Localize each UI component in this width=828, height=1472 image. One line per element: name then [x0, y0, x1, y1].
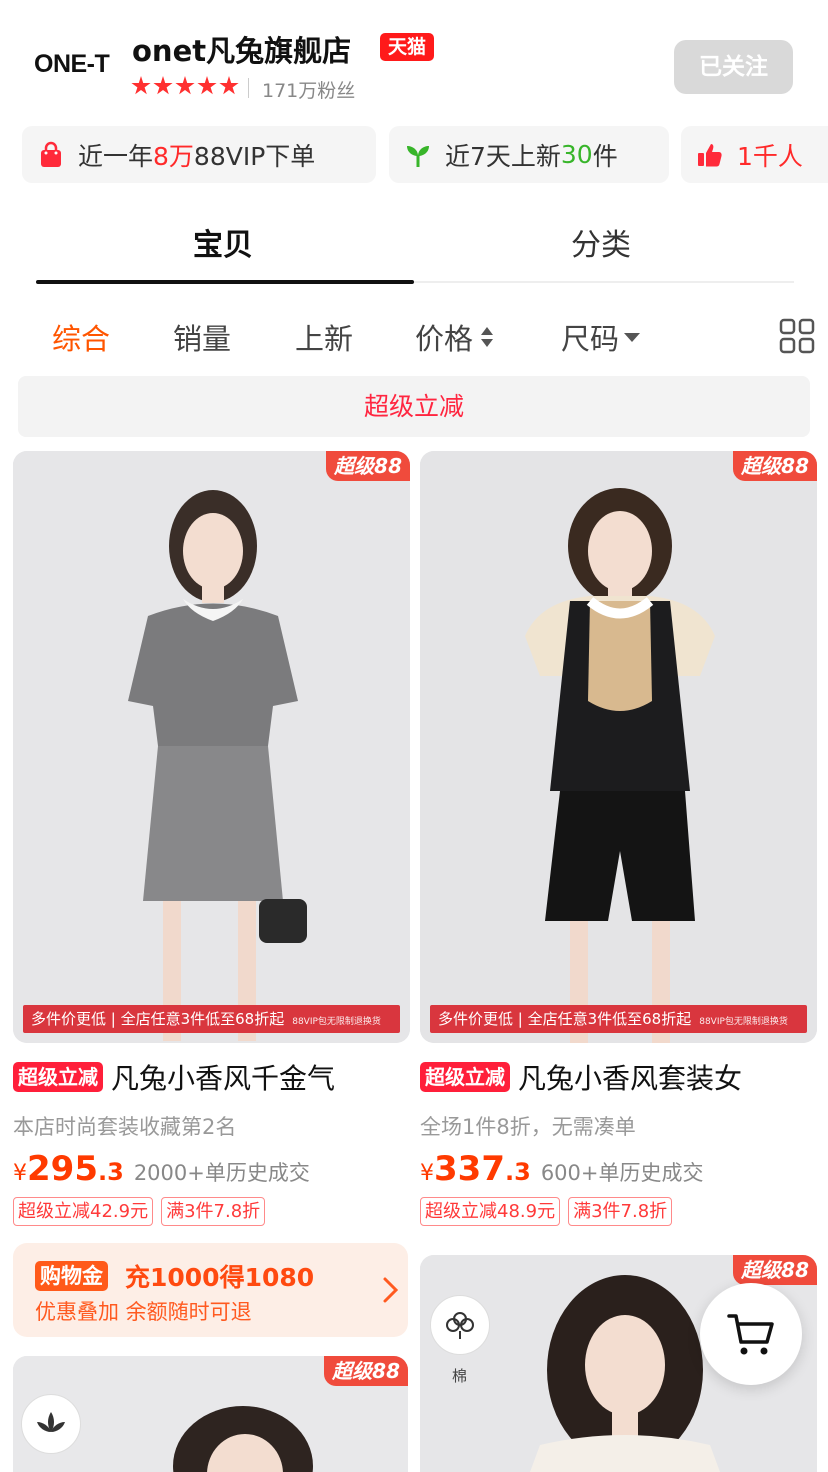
strip-text: 多件价更低 | 全店任意3件低至68折起 [31, 1010, 285, 1028]
strip-small-text: 88VIP包无限制退换货 [292, 1017, 381, 1027]
strip-text: 多件价更低 | 全店任意3件低至68折起 [438, 1010, 692, 1028]
price-row: ¥ 295 .3 2000+单历史成交 [13, 1149, 410, 1189]
rating-stars [131, 76, 239, 96]
price-integer: 295 [27, 1149, 98, 1189]
product-card[interactable]: 超级88 多件价更低 | 全店任意3件低至68折起 88VIP包无限制退换货 超级… [420, 451, 817, 1226]
promo-tags: 超级立减42.9元 满3件7.8折 [13, 1197, 410, 1226]
divider [248, 78, 249, 98]
sort-size-label: 尺码 [561, 322, 620, 356]
grid-view-icon[interactable] [779, 318, 815, 354]
super-discount-banner[interactable]: 超级立减 [18, 376, 810, 437]
product-image[interactable]: 超级88 多件价更低 | 全店任意3件低至68折起 88VIP包无限制退换货 [420, 451, 817, 1043]
multi-buy-strip: 多件价更低 | 全店任意3件低至68折起 88VIP包无限制退换货 [23, 1005, 400, 1033]
shop-logo[interactable]: ONE-T [34, 50, 110, 79]
shop-header: ONE-T onet凡兔旗舰店 天猫 171万粉丝 已关注 [0, 0, 828, 118]
chip-text-pre: 近一年 [78, 141, 154, 171]
product-card[interactable]: 超级88 多件价更低 | 全店任意3件低至68折起 88VIP包无限制退换货 超级… [13, 451, 410, 1226]
multi-buy-strip: 多件价更低 | 全店任意3件低至68折起 88VIP包无限制退换货 [430, 1005, 807, 1033]
product-title-row: 超级立减 凡兔小香风套装女 [420, 1057, 817, 1097]
cotton-icon [430, 1295, 490, 1355]
super88-badge: 超级88 [733, 1255, 817, 1285]
chip-text-post: 件 [592, 141, 618, 171]
cart-icon [727, 1314, 774, 1355]
material-label: 棉 [452, 1367, 468, 1385]
chevron-down-icon [624, 333, 641, 342]
chip-new-items[interactable]: 近7天上新 30 件 [389, 126, 669, 183]
star-icon [197, 76, 217, 95]
star-icon [131, 76, 151, 95]
fans-count: 171万粉丝 [262, 80, 356, 102]
sold-count: 2000+单历史成交 [133, 1161, 310, 1185]
sprout-icon [403, 140, 433, 170]
stat-chips: 近一年 8万 88VIP下单 近7天上新 30 件 1千人 [0, 126, 828, 184]
currency-symbol: ¥ [420, 1161, 434, 1186]
super-discount-tag: 超级立减 [420, 1062, 510, 1092]
chip-text-highlight: 1千人 [737, 141, 803, 171]
lotus-icon [21, 1394, 81, 1454]
sort-price[interactable]: 价格 [415, 316, 495, 358]
sort-updown-icon [481, 327, 494, 347]
shopping-gold-offer: 充1000得1080 [125, 1263, 315, 1292]
chip-likes[interactable]: 1千人 [681, 126, 828, 183]
cart-button[interactable] [700, 1283, 802, 1385]
super88-badge: 超级88 [733, 451, 817, 481]
promo-tag: 超级立减42.9元 [13, 1197, 154, 1226]
tmall-badge: 天猫 [380, 33, 435, 61]
product-title-row: 超级立减 凡兔小香风千金气 [13, 1057, 410, 1097]
super-discount-tag: 超级立减 [13, 1062, 103, 1092]
product-title[interactable]: 凡兔小香风千金气 [111, 1057, 335, 1097]
promo-tag: 满3件7.8折 [161, 1197, 266, 1226]
star-icon [175, 76, 195, 95]
chip-text-post: 88VIP下单 [193, 141, 316, 171]
currency-symbol: ¥ [13, 1161, 27, 1186]
chip-text-pre: 近7天上新 [445, 141, 561, 171]
star-icon [219, 76, 239, 95]
chip-vip-orders[interactable]: 近一年 8万 88VIP下单 [22, 126, 376, 183]
chip-text-highlight: 8万 [153, 141, 194, 171]
model-illustration [420, 451, 817, 1043]
follow-button[interactable]: 已关注 [674, 40, 793, 94]
price-decimal: .3 [504, 1158, 531, 1186]
star-icon [153, 76, 173, 95]
tab-active-indicator [36, 280, 414, 284]
chevron-right-icon[interactable] [375, 1275, 405, 1305]
sort-new[interactable]: 上新 [295, 316, 353, 358]
strip-small-text: 88VIP包无限制退换货 [699, 1017, 788, 1027]
promo-tags: 超级立减48.9元 满3件7.8折 [420, 1197, 817, 1226]
product-image[interactable]: 超级88 多件价更低 | 全店任意3件低至68折起 88VIP包无限制退换货 [13, 451, 410, 1043]
model-illustration [13, 451, 410, 1043]
shopping-gold-tag: 购物金 [35, 1261, 108, 1291]
tab-items[interactable]: 宝贝 [193, 220, 253, 264]
sold-count: 600+单历史成交 [540, 1161, 704, 1185]
promo-tag: 满3件7.8折 [568, 1197, 673, 1226]
price-row: ¥ 337 .3 600+单历史成交 [420, 1149, 817, 1189]
sort-comprehensive[interactable]: 综合 [52, 316, 110, 358]
sort-size[interactable]: 尺码 [561, 316, 641, 358]
content-tabs: 宝贝 分类 [36, 200, 794, 286]
chip-text-highlight: 30 [560, 140, 593, 169]
product-subtitle: 全场1件8折，无需凑单 [420, 1115, 636, 1139]
product-title[interactable]: 凡兔小香风套装女 [518, 1057, 742, 1097]
thumbs-up-icon [695, 140, 725, 170]
shop-name[interactable]: onet凡兔旗舰店 [132, 28, 351, 70]
super88-badge: 超级88 [324, 1356, 408, 1386]
price-integer: 337 [434, 1149, 505, 1189]
product-card-partial[interactable]: 超级88 [13, 1356, 408, 1472]
sort-price-label: 价格 [415, 322, 474, 356]
promo-tag: 超级立减48.9元 [420, 1197, 561, 1226]
product-subtitle: 本店时尚套装收藏第2名 [13, 1115, 237, 1139]
shopping-gold-card[interactable]: 购物金 充1000得1080 优惠叠加 余额随时可退 [13, 1243, 408, 1337]
shopping-bag-icon [36, 140, 66, 170]
sort-sales[interactable]: 销量 [173, 316, 231, 358]
tab-categories[interactable]: 分类 [571, 220, 631, 264]
shopping-gold-subtitle: 优惠叠加 余额随时可退 [35, 1300, 252, 1324]
price-decimal: .3 [97, 1158, 124, 1186]
super88-badge: 超级88 [326, 451, 410, 481]
sort-bar: 综合 销量 上新 价格 尺码 [0, 306, 828, 362]
